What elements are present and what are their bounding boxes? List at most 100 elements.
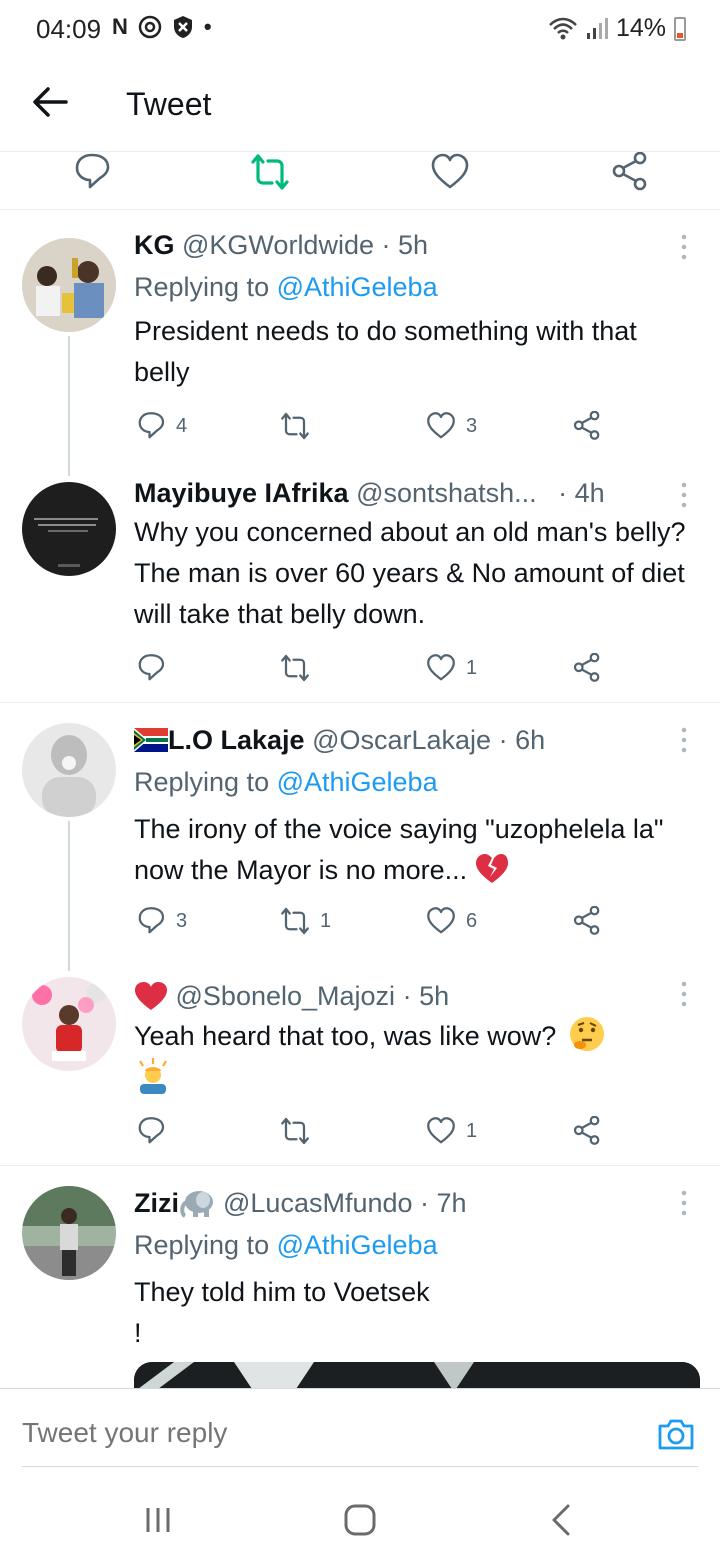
- reply-tweet-zizi[interactable]: Zizi @LucasMfundo · 7h Replying to @AthiG…: [0, 1166, 720, 1388]
- tweet-text: They told him to Voetsek !: [134, 1272, 704, 1354]
- thinking-face-icon: [569, 1017, 604, 1051]
- reply-tweet-mayibuye[interactable]: Mayibuye IAfrika @sontshatsh... · 4h Why…: [0, 470, 720, 702]
- avatar[interactable]: [22, 723, 116, 817]
- composer-underline: [22, 1466, 698, 1467]
- tweet-text: Yeah heard that too, was like wow?: [134, 1015, 704, 1099]
- author-handle[interactable]: @sontshatsh...: [356, 478, 537, 508]
- share-icon: [573, 411, 600, 440]
- shield-notification-icon: [173, 16, 192, 38]
- reply-action[interactable]: 3: [136, 901, 187, 941]
- tweet-actions: 1: [134, 648, 614, 688]
- more-options-icon[interactable]: [676, 725, 692, 755]
- replying-to: Replying to @AthiGeleba: [134, 272, 438, 303]
- author-handle[interactable]: @Sbonelo_Majozi: [176, 981, 396, 1011]
- more-options-icon[interactable]: [676, 1188, 692, 1218]
- tweet-text-line: They told him to Voetsek: [134, 1277, 430, 1307]
- thread-connector: [68, 336, 70, 476]
- author-name[interactable]: Mayibuye IAfrika: [134, 478, 349, 508]
- tweet-text-content: The irony of the voice saying "uzophelel…: [134, 814, 664, 885]
- app-header: Tweet: [0, 56, 720, 152]
- more-options-icon[interactable]: [676, 480, 692, 510]
- retweet-action[interactable]: 1: [280, 901, 331, 941]
- like-icon[interactable]: [430, 152, 470, 192]
- tweet-text: Why you concerned about an old man's bel…: [134, 517, 686, 629]
- signal-icon: [586, 17, 608, 39]
- like-action[interactable]: 6: [426, 901, 477, 941]
- replying-to-handle[interactable]: @AthiGeleba: [277, 767, 438, 797]
- reply-count: 3: [176, 909, 188, 932]
- reply-input[interactable]: [22, 1417, 622, 1449]
- home-icon[interactable]: [340, 1500, 380, 1540]
- retweet-icon: [281, 907, 309, 935]
- tweet-header: Zizi @LucasMfundo · 7h: [134, 1188, 467, 1219]
- author-handle[interactable]: @LucasMfundo: [223, 1188, 413, 1218]
- share-icon: [573, 653, 600, 682]
- tweet-actions: 3 1 6: [134, 901, 614, 941]
- retweet-action[interactable]: [280, 648, 320, 688]
- back-nav-icon[interactable]: [542, 1500, 582, 1540]
- replying-to-handle[interactable]: @AthiGeleba: [277, 1230, 438, 1260]
- retweet-action[interactable]: [280, 406, 320, 446]
- like-action[interactable]: 1: [426, 1111, 477, 1151]
- thread-connector: [68, 821, 70, 971]
- reply-icon: [138, 654, 165, 681]
- more-options-icon[interactable]: [676, 232, 692, 262]
- like-count: 3: [466, 414, 478, 437]
- reply-icon: [138, 412, 165, 439]
- reply-action[interactable]: [136, 648, 176, 688]
- author-handle[interactable]: @KGWorldwide: [182, 230, 374, 260]
- retweet-active-icon[interactable]: [250, 152, 290, 192]
- tweet-header: @Sbonelo_Majozi · 5h: [134, 981, 449, 1012]
- like-icon: [427, 412, 455, 439]
- avatar[interactable]: [22, 1186, 116, 1280]
- reply-action[interactable]: [136, 1111, 176, 1151]
- camera-icon[interactable]: [656, 1414, 696, 1454]
- like-action[interactable]: 1: [426, 648, 477, 688]
- status-time: 04:09: [36, 14, 102, 44]
- avatar[interactable]: [22, 977, 116, 1071]
- battery-icon: [674, 16, 686, 41]
- reply-tweet-kg[interactable]: KG @KGWorldwide · 5h Replying to @AthiGe…: [0, 210, 720, 476]
- tweet-header: L.O Lakaje @OscarLakaje · 6h: [134, 725, 545, 756]
- avatar-photo-icon: [22, 977, 116, 1071]
- replying-to-handle[interactable]: @AthiGeleba: [277, 272, 438, 302]
- author-name[interactable]: KG: [134, 230, 175, 260]
- main-tweet-actions: [0, 152, 720, 210]
- avatar-photo-icon: [22, 723, 116, 817]
- retweet-icon: [281, 654, 309, 682]
- tweet-header: Mayibuye IAfrika @sontshatsh... · 4h: [134, 478, 605, 509]
- reply-icon: [138, 907, 165, 934]
- share-action[interactable]: [572, 901, 602, 941]
- replying-to-label: Replying to: [134, 272, 277, 302]
- more-options-icon[interactable]: [676, 979, 692, 1009]
- like-action[interactable]: 3: [426, 406, 477, 446]
- tweet-time: · 4h: [558, 478, 605, 508]
- author-handle[interactable]: @OscarLakaje: [312, 725, 491, 755]
- more-notifications-dot-icon: •: [203, 14, 212, 39]
- tweet-text-line: !: [134, 1318, 142, 1348]
- recent-apps-icon[interactable]: [138, 1500, 178, 1540]
- avatar[interactable]: [22, 238, 116, 332]
- avatar[interactable]: [22, 482, 116, 576]
- replying-to-label: Replying to: [134, 1230, 277, 1260]
- reply-tweet-sbonelo[interactable]: @Sbonelo_Majozi · 5h Yeah heard that too…: [0, 963, 720, 1165]
- share-icon: [573, 1116, 600, 1145]
- share-action[interactable]: [572, 648, 602, 688]
- wifi-icon: [549, 17, 577, 39]
- share-action[interactable]: [572, 1111, 602, 1151]
- retweet-action[interactable]: [280, 1111, 320, 1151]
- share-icon: [573, 906, 600, 935]
- like-count: 1: [466, 656, 478, 679]
- share-icon[interactable]: [610, 152, 650, 192]
- reply-icon: [138, 1117, 165, 1144]
- page-title: Tweet: [126, 86, 212, 122]
- author-name[interactable]: L.O Lakaje: [168, 725, 305, 755]
- netflix-notification-icon: N: [112, 14, 128, 39]
- like-count: 1: [466, 1119, 478, 1142]
- back-arrow-icon[interactable]: [30, 80, 70, 124]
- reply-action[interactable]: 4: [136, 406, 187, 446]
- reply-tweet-lakaje[interactable]: L.O Lakaje @OscarLakaje · 6h Replying to…: [0, 703, 720, 971]
- share-action[interactable]: [572, 406, 602, 446]
- reply-icon[interactable]: [72, 152, 112, 192]
- author-name[interactable]: Zizi: [134, 1188, 179, 1218]
